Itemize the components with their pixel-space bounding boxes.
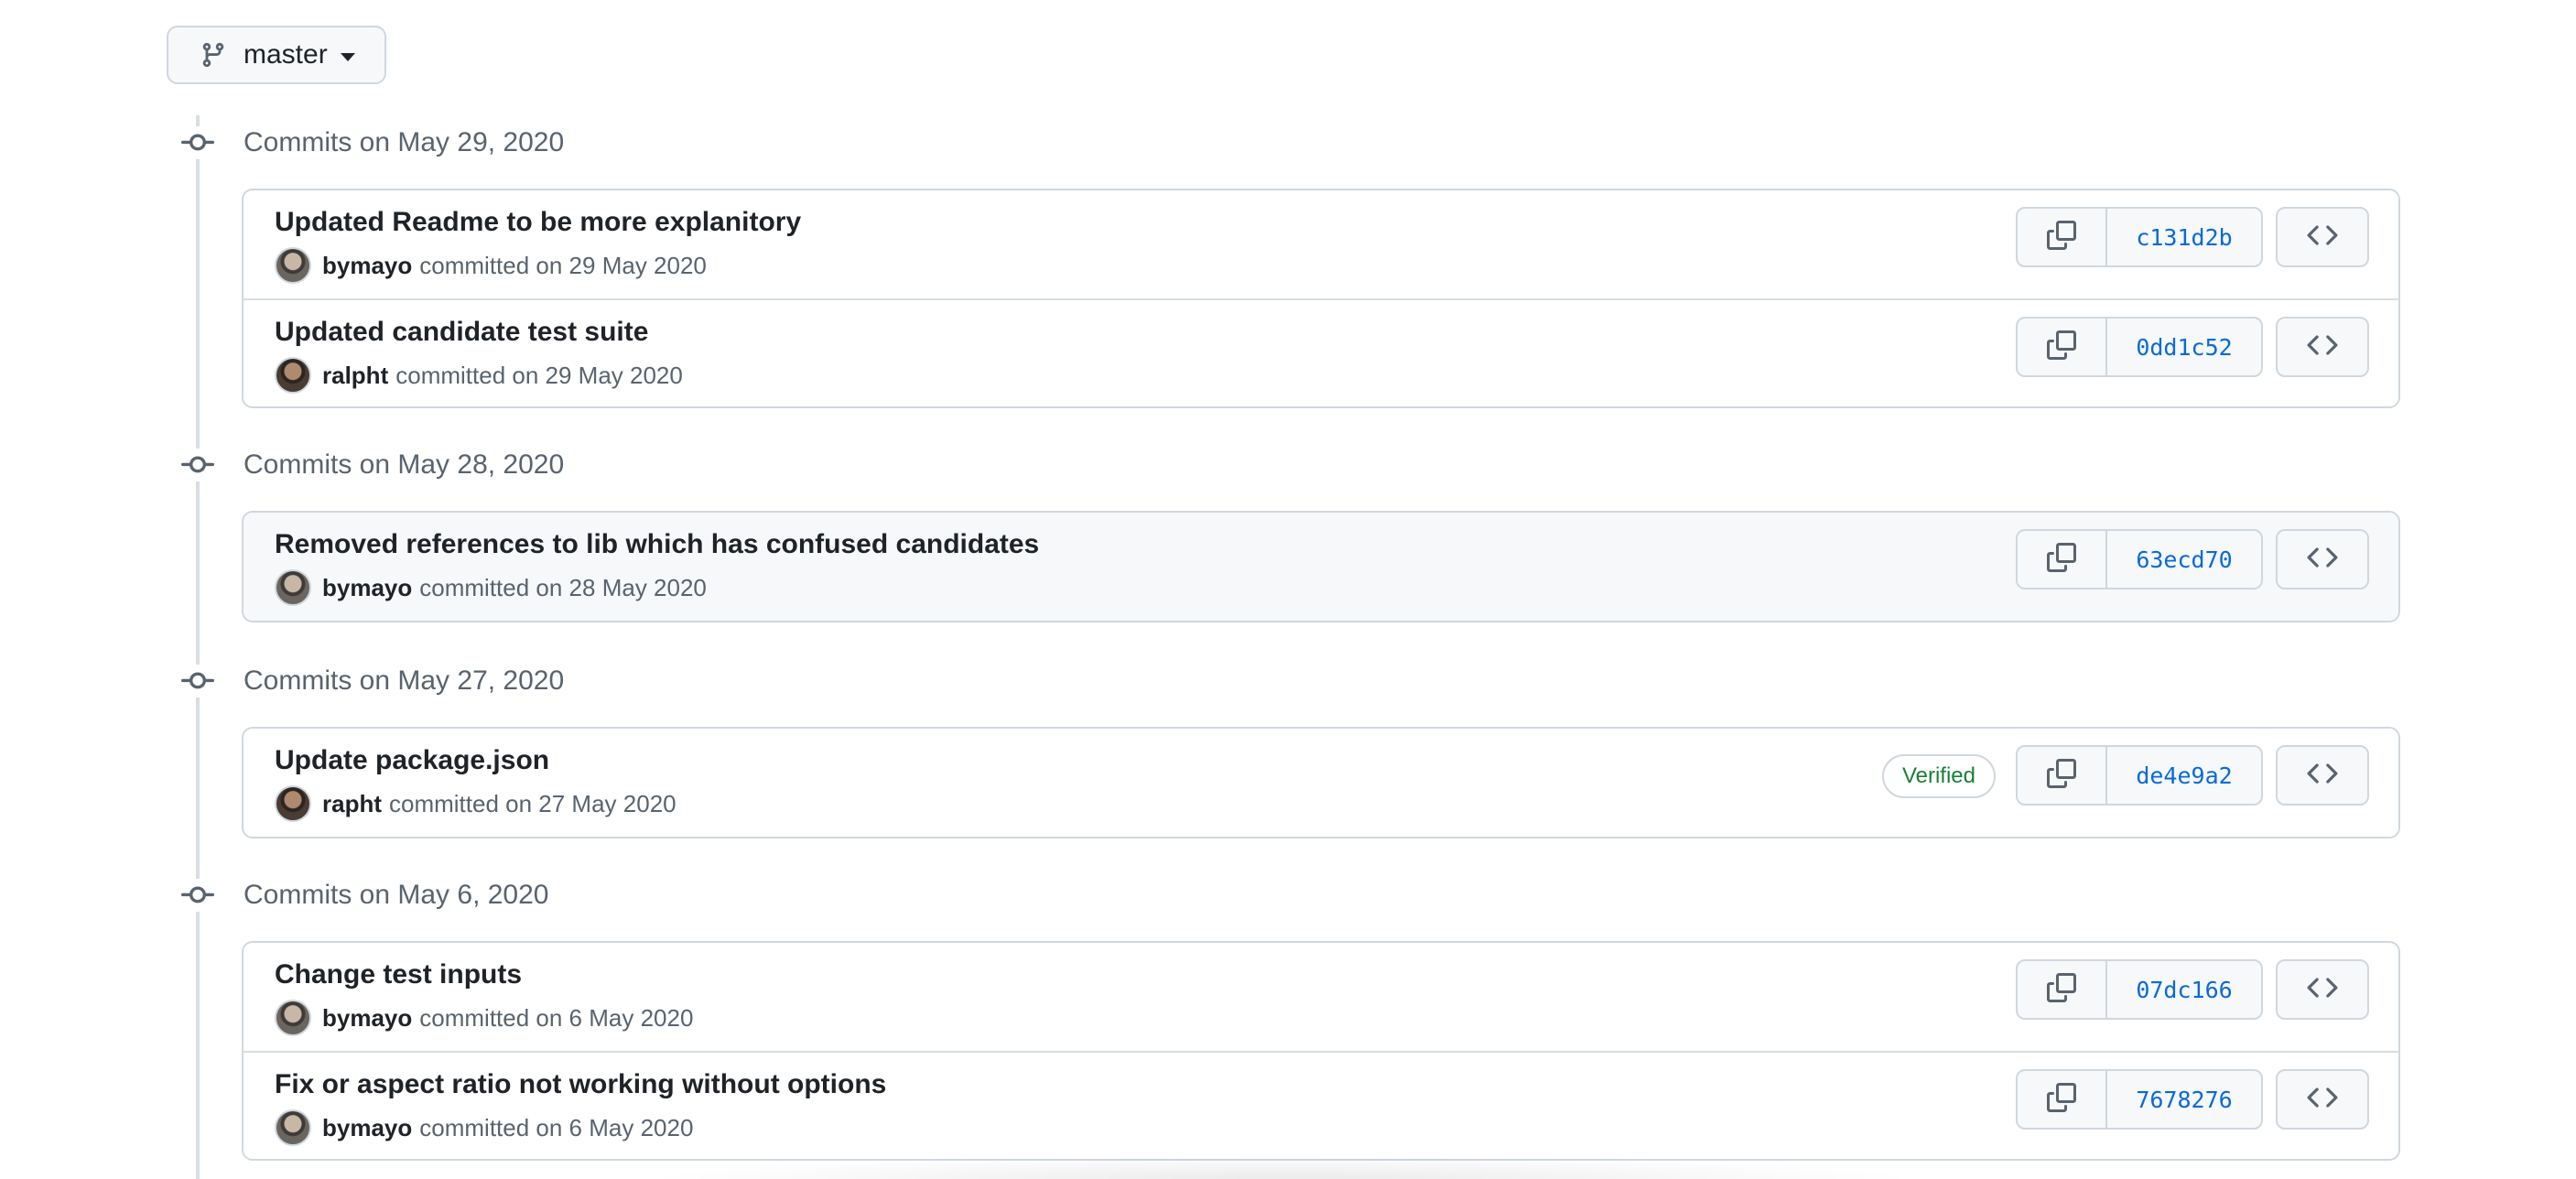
commit-row: Update package.json rapht committed on 27 … (244, 729, 2398, 837)
branch-label: master (244, 39, 328, 70)
commit-list: Change test inputs bymayo committed on 6 M… (242, 941, 2400, 1161)
commit-sha-link[interactable]: 0dd1c52 (2107, 319, 2261, 375)
commit-author-link[interactable]: bymayo (322, 1004, 412, 1033)
commit-author-link[interactable]: bymayo (322, 1114, 412, 1142)
commit-group-header: Commits on May 27, 2020 (181, 663, 564, 699)
commit-sha-link[interactable]: 7678276 (2107, 1071, 2261, 1128)
git-commit-icon (181, 449, 214, 481)
commit-title-link[interactable]: Change test inputs (275, 959, 522, 990)
code-icon (2307, 1082, 2338, 1118)
browse-repo-button[interactable] (2276, 745, 2369, 806)
git-branch-icon (200, 40, 227, 70)
git-commit-icon (181, 879, 214, 912)
browse-repo-button[interactable] (2276, 207, 2369, 267)
commit-row: Fix or aspect ratio not working without … (244, 1051, 2398, 1159)
browse-repo-button[interactable] (2276, 317, 2369, 377)
commit-meta: ralpht committed on 29 May 2020 (275, 357, 683, 394)
copy-sha-button[interactable] (2018, 1071, 2107, 1128)
copy-icon (2047, 758, 2076, 793)
commit-group-title: Commits on May 28, 2020 (244, 449, 565, 480)
commit-row: Change test inputs bymayo committed on 6 M… (244, 943, 2398, 1051)
avatar[interactable] (275, 1109, 311, 1146)
timeline-line (196, 115, 200, 1179)
commit-sha-group: 7678276 (2016, 1069, 2263, 1130)
copy-icon (2047, 972, 2076, 1007)
commit-group-title: Commits on May 6, 2020 (244, 880, 549, 910)
commit-meta: bymayo committed on 6 May 2020 (275, 1000, 693, 1036)
commit-sha-group: de4e9a2 (2016, 745, 2263, 806)
commit-sha-group: c131d2b (2016, 207, 2263, 267)
commit-author-link[interactable]: bymayo (322, 574, 412, 602)
commit-author-link[interactable]: bymayo (322, 252, 412, 280)
code-icon (2307, 220, 2338, 255)
commit-group-title: Commits on May 27, 2020 (244, 665, 565, 696)
browse-repo-button[interactable] (2276, 1069, 2369, 1130)
copy-icon (2047, 330, 2076, 364)
commit-meta: bymayo committed on 29 May 2020 (275, 247, 707, 284)
commit-author-link[interactable]: ralpht (322, 362, 388, 390)
commit-date-text: committed on 6 May 2020 (419, 1113, 694, 1141)
copy-sha-button[interactable] (2018, 209, 2107, 265)
git-commit-icon (181, 665, 214, 698)
commit-title-link[interactable]: Updated Readme to be more explanitory (275, 207, 801, 238)
commit-title-link[interactable]: Removed references to lib which has conf… (275, 529, 1039, 560)
commit-date-text: committed on 29 May 2020 (395, 361, 683, 389)
avatar[interactable] (275, 1000, 311, 1036)
commit-date-text: committed on 6 May 2020 (419, 1003, 694, 1032)
browse-repo-button[interactable] (2276, 959, 2369, 1020)
commit-date-text: committed on 27 May 2020 (389, 789, 676, 817)
commit-sha-link[interactable]: c131d2b (2107, 209, 2261, 265)
code-icon (2307, 542, 2338, 578)
commit-title-link[interactable]: Update package.json (275, 745, 549, 776)
copy-icon (2047, 542, 2076, 577)
commit-row: Updated candidate test suite ralpht commit… (244, 298, 2398, 406)
avatar[interactable] (275, 785, 311, 822)
code-icon (2307, 330, 2338, 365)
commit-sha-link[interactable]: de4e9a2 (2107, 747, 2261, 804)
avatar[interactable] (275, 247, 311, 284)
commit-sha-link[interactable]: 07dc166 (2107, 961, 2261, 1018)
copy-sha-button[interactable] (2018, 747, 2107, 804)
commit-group-header: Commits on May 6, 2020 (181, 877, 548, 914)
commit-date-text: committed on 29 May 2020 (419, 251, 707, 279)
commit-sha-group: 63ecd70 (2016, 529, 2263, 590)
copy-sha-button[interactable] (2018, 319, 2107, 375)
commit-row: Removed references to lib which has conf… (244, 513, 2398, 621)
commit-meta: bymayo committed on 6 May 2020 (275, 1109, 693, 1146)
copy-sha-button[interactable] (2018, 961, 2107, 1018)
commit-sha-link[interactable]: 63ecd70 (2107, 531, 2261, 588)
commit-author-link[interactable]: rapht (322, 790, 382, 818)
scroll-fade (641, 1155, 1922, 1179)
commit-date-text: committed on 28 May 2020 (419, 573, 707, 601)
commit-group-header: Commits on May 29, 2020 (181, 124, 564, 161)
copy-sha-button[interactable] (2018, 531, 2107, 588)
commit-group-title: Commits on May 29, 2020 (244, 127, 565, 157)
commit-list: Removed references to lib which has conf… (242, 511, 2400, 622)
verified-badge[interactable]: Verified (1881, 754, 1996, 798)
commit-list: Update package.json rapht committed on 27 … (242, 727, 2400, 838)
commit-group-header: Commits on May 28, 2020 (181, 447, 564, 483)
commit-row: Updated Readme to be more explanitory bym… (244, 190, 2398, 298)
commit-meta: bymayo committed on 28 May 2020 (275, 569, 707, 606)
commit-sha-group: 07dc166 (2016, 959, 2263, 1020)
avatar[interactable] (275, 357, 311, 394)
copy-icon (2047, 220, 2076, 254)
git-commit-icon (181, 126, 214, 159)
copy-icon (2047, 1082, 2076, 1117)
commit-title-link[interactable]: Fix or aspect ratio not working without … (275, 1069, 886, 1100)
caret-down-icon (340, 52, 355, 61)
avatar[interactable] (275, 569, 311, 606)
code-icon (2307, 758, 2338, 794)
code-icon (2307, 972, 2338, 1008)
branch-select-button[interactable]: master (167, 26, 386, 84)
commit-meta: rapht committed on 27 May 2020 (275, 785, 676, 822)
commit-list: Updated Readme to be more explanitory bym… (242, 189, 2400, 408)
commit-title-link[interactable]: Updated candidate test suite (275, 317, 648, 348)
browse-repo-button[interactable] (2276, 529, 2369, 590)
commit-sha-group: 0dd1c52 (2016, 317, 2263, 377)
